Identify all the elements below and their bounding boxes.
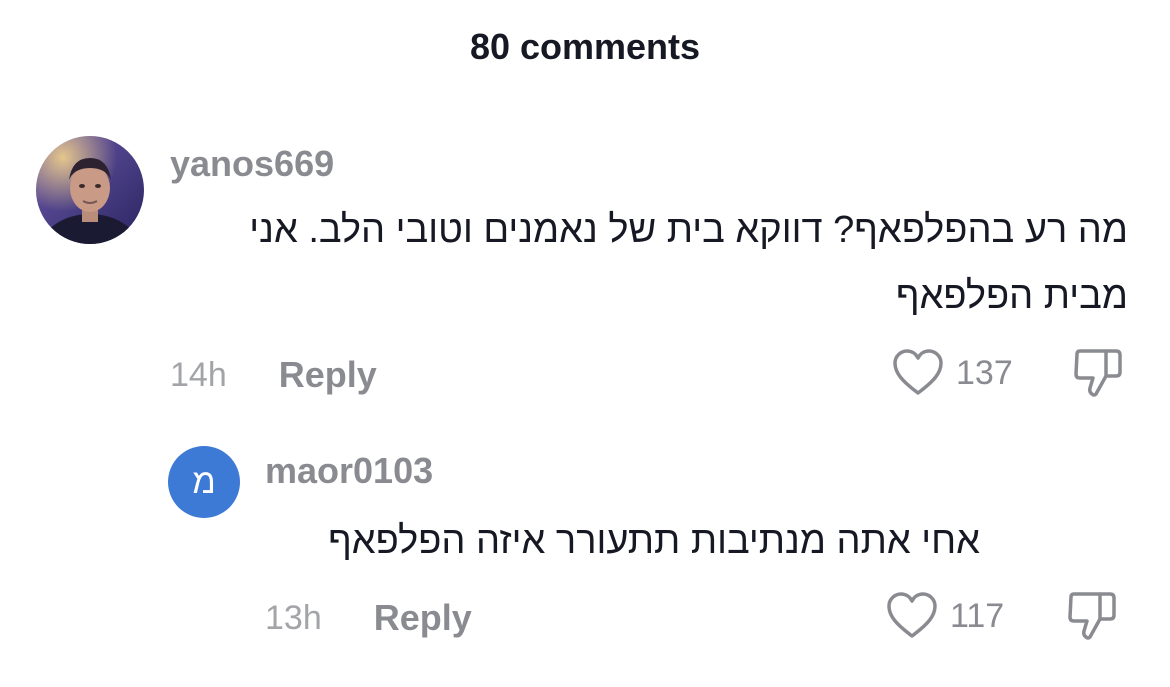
- like-button[interactable]: 117: [886, 592, 1004, 640]
- reply-button[interactable]: Reply: [374, 597, 472, 639]
- thumbs-down-outline-icon: [1072, 348, 1126, 398]
- thumbs-down-outline-icon: [1066, 591, 1120, 641]
- reply-button[interactable]: Reply: [279, 354, 377, 396]
- comment-timestamp: 13h: [265, 598, 322, 637]
- comment-meta: 13h Reply: [265, 597, 472, 639]
- comment-timestamp: 14h: [170, 355, 227, 394]
- comment-text: אחי אתה מנתיבות תתעורר איזה הפלפאף: [328, 520, 980, 562]
- like-count: 117: [950, 596, 1005, 635]
- like-button[interactable]: 137: [892, 349, 1013, 397]
- comments-count-title: 80 comments: [469, 26, 701, 67]
- heart-outline-icon: [886, 592, 938, 640]
- heart-outline-icon: [892, 349, 944, 397]
- comment-username[interactable]: yanos669: [170, 143, 334, 185]
- avatar[interactable]: [36, 136, 144, 244]
- comments-panel: 80 comments yanos669 מה רע בהפלפאף? דווק…: [0, 0, 1170, 687]
- comment-username[interactable]: maor0103: [265, 450, 433, 492]
- dislike-button[interactable]: [1066, 591, 1120, 641]
- dislike-button[interactable]: [1072, 348, 1126, 398]
- comment-meta: 14h Reply: [170, 354, 377, 396]
- like-count: 137: [956, 353, 1013, 392]
- comment-text: מה רע בהפלפאף? דווקא בית של נאמנים וטובי…: [249, 209, 1128, 317]
